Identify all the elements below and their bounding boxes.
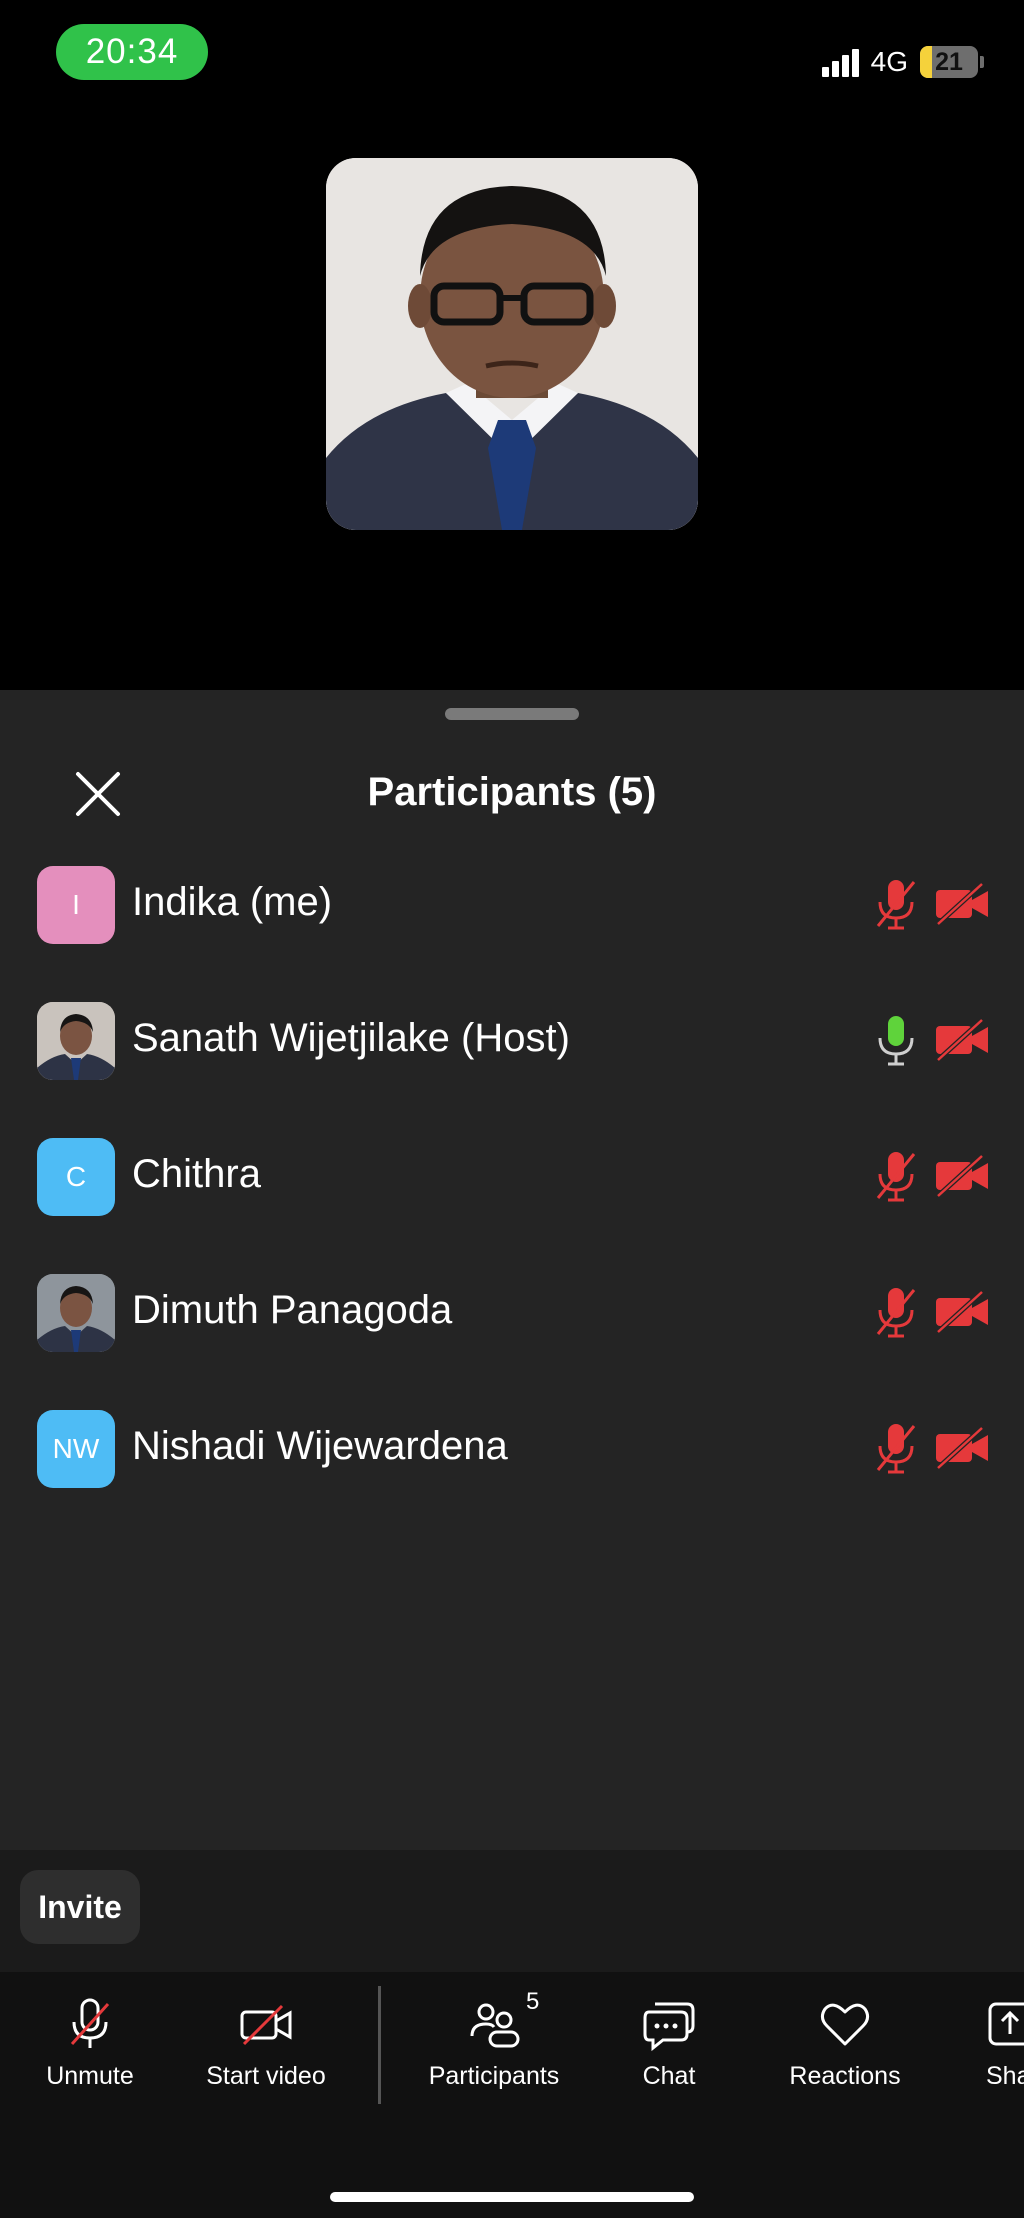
video-off-icon xyxy=(934,1426,990,1470)
start-video-label: Start video xyxy=(206,2062,326,2090)
reactions-button[interactable]: Reactions xyxy=(755,1996,935,2096)
avatar: C xyxy=(37,1138,115,1216)
mic-muted-icon xyxy=(874,1148,918,1204)
unmute-button[interactable]: Unmute xyxy=(0,1996,180,2096)
participant-name: Nishadi Wijewardena xyxy=(132,1424,508,1468)
avatar-initials: I xyxy=(72,889,80,920)
meeting-toolbar: Unmute Start video 5 Participants Chat R… xyxy=(0,1972,1024,2218)
participant-name: Chithra xyxy=(132,1152,261,1196)
participants-sheet: Participants (5) I Indika (me) Sanath Wij… xyxy=(0,690,1024,1850)
share-icon xyxy=(988,2002,1024,2046)
participants-icon xyxy=(470,2003,520,2048)
reactions-label: Reactions xyxy=(789,2062,901,2090)
unmute-label: Unmute xyxy=(46,2062,134,2090)
participant-name: Dimuth Panagoda xyxy=(132,1288,453,1332)
share-label: Sha xyxy=(986,2062,1024,2090)
battery-icon: 21 xyxy=(920,46,984,78)
participant-row[interactable]: NW Nishadi Wijewardena xyxy=(0,1380,1024,1516)
participant-name: Indika (me) xyxy=(132,880,333,924)
share-button[interactable]: Sha xyxy=(934,1996,1024,2096)
invite-button[interactable]: Invite xyxy=(20,1870,140,1944)
participant-row[interactable]: Sanath Wijetjilake (Host) xyxy=(0,972,1024,1108)
sheet-title: Participants (5) xyxy=(367,770,657,814)
video-off-icon xyxy=(934,1290,990,1334)
chat-icon xyxy=(643,2002,695,2052)
avatar xyxy=(37,1002,115,1080)
participants-list: I Indika (me) Sanath Wijetjilake (Host) C… xyxy=(0,836,1024,1516)
status-indicators: 4G 21 xyxy=(821,44,984,80)
participant-name: Sanath Wijetjilake (Host) xyxy=(132,1016,570,1060)
invite-bar: Invite xyxy=(0,1850,1024,1972)
chat-label: Chat xyxy=(642,2062,696,2090)
video-off-icon xyxy=(240,2004,292,2046)
speaker-portrait-image xyxy=(326,158,698,530)
mic-muted-icon xyxy=(874,1284,918,1340)
participants-count-badge: 5 xyxy=(526,1988,540,2015)
mic-off-icon xyxy=(70,1998,110,2048)
active-speaker-photo xyxy=(326,158,698,530)
home-indicator xyxy=(330,2192,694,2202)
network-type: 4G xyxy=(870,46,908,77)
mic-active-icon xyxy=(874,1012,918,1068)
video-off-icon xyxy=(934,882,990,926)
avatar-initials: C xyxy=(65,1161,87,1192)
status-time: 20:34 xyxy=(56,24,208,80)
avatar: I xyxy=(37,866,115,944)
mic-muted-icon xyxy=(874,876,918,932)
zoom-meeting-screen: 20:34 4G 21 Participants (5) I Indika (m… xyxy=(0,0,1024,2218)
avatar: NW xyxy=(37,1410,115,1488)
toolbar-divider xyxy=(378,1986,381,2104)
participant-row[interactable]: C Chithra xyxy=(0,1108,1024,1244)
battery-level: 21 xyxy=(935,47,963,76)
participant-row[interactable]: I Indika (me) xyxy=(0,836,1024,972)
avatar-initials: NW xyxy=(52,1433,100,1464)
video-off-icon xyxy=(934,1154,990,1198)
participants-button[interactable]: 5 Participants xyxy=(404,1988,584,2096)
avatar xyxy=(37,1274,115,1352)
participants-label: Participants xyxy=(428,2062,560,2090)
signal-icon xyxy=(821,47,859,77)
participant-row[interactable]: Dimuth Panagoda xyxy=(0,1244,1024,1380)
mic-muted-icon xyxy=(874,1420,918,1476)
sheet-grabber[interactable] xyxy=(445,708,579,720)
heart-icon xyxy=(820,2003,870,2046)
video-off-icon xyxy=(934,1018,990,1062)
chat-button[interactable]: Chat xyxy=(579,1996,759,2096)
start-video-button[interactable]: Start video xyxy=(176,1996,356,2096)
